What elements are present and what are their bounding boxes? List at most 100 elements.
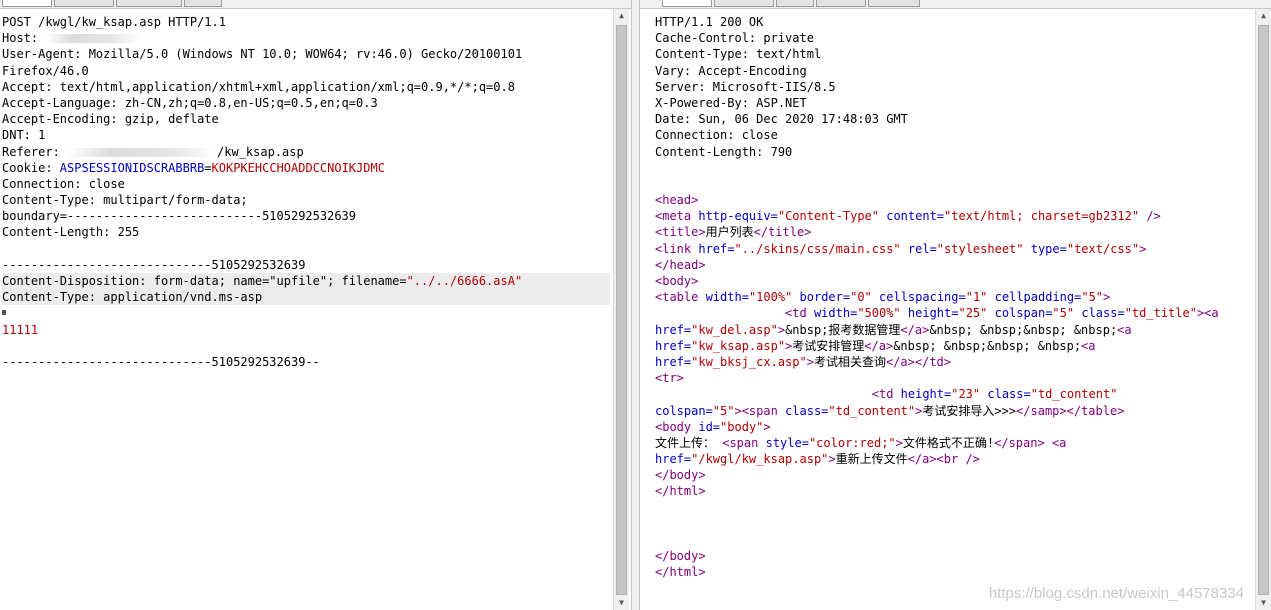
response-token: <a [1081, 338, 1096, 353]
request-scroll-thumb[interactable] [616, 25, 627, 595]
response-token: style= [765, 435, 809, 450]
upload-filename: "../../6666.asA" [406, 274, 523, 288]
response-token: rel= [907, 241, 937, 256]
request-line: Content-Disposition: form-data; name="up… [2, 273, 610, 290]
request-line: Firefox/46.0 [2, 63, 610, 79]
response-tab-raw[interactable] [662, 0, 712, 7]
response-tab-strip [640, 0, 1271, 9]
response-token: content= [886, 209, 945, 224]
request-line: Accept: text/html,application/xhtml+xml,… [2, 79, 610, 95]
response-line: Connection: close [655, 127, 1252, 143]
request-tab-headers[interactable] [116, 0, 182, 7]
response-token: <meta [655, 209, 699, 224]
response-line: Content-Type: text/html [655, 46, 1252, 62]
request-line [2, 338, 610, 354]
request-line: Host: [2, 30, 610, 46]
response-token: "1" [965, 290, 988, 305]
request-line-text: Referer: [2, 144, 68, 159]
response-tab-render[interactable] [868, 0, 920, 7]
request-line-text: boundary=---------------------------5105… [2, 209, 357, 224]
scroll-up-arrow-icon[interactable]: ▲ [1256, 9, 1271, 23]
redacted-host [45, 34, 141, 44]
request-line: Accept-Language: zh-CN,zh;q=0.8,en-US;q=… [2, 95, 610, 111]
response-token: "100%" [748, 290, 793, 305]
scroll-down-arrow-icon[interactable]: ▼ [1256, 596, 1271, 610]
request-line-text: /kw_ksap.asp [217, 144, 304, 159]
response-token: "td_content" [1030, 387, 1118, 402]
response-line: colspan="5"><span class="td_content">考试安… [655, 403, 1252, 419]
response-token: Connection: close [655, 128, 778, 143]
request-line: User-Agent: Mozilla/5.0 (Windows NT 10.0… [2, 46, 610, 62]
response-token: > [828, 452, 836, 467]
scroll-down-arrow-icon[interactable]: ▼ [614, 596, 629, 610]
scroll-up-arrow-icon[interactable]: ▲ [614, 9, 629, 23]
request-line-text: Content-Length: 255 [2, 225, 140, 240]
response-token: height= [907, 306, 959, 321]
response-token: Cache-Control: private [655, 31, 814, 46]
response-line: href="kw_ksap.asp">考试安排管理</a>&nbsp; &nbs… [655, 338, 1252, 354]
request-tab-hex[interactable] [184, 0, 222, 7]
response-token: height= [900, 387, 952, 402]
response-line: </html> [655, 564, 1252, 580]
response-token: /> [1139, 209, 1161, 224]
response-scrollbar[interactable]: ▲ ▼ [1255, 9, 1271, 610]
response-token: </a><br /> [907, 452, 980, 467]
response-scroll-thumb[interactable] [1258, 25, 1269, 595]
response-token [1024, 242, 1031, 256]
request-line: Content-Type: application/vnd.ms-asp [2, 289, 610, 306]
request-line: Cookie: ASPSESSIONIDSCRABBRB=KOKPKEHCCHO… [2, 160, 610, 176]
response-line: <tr> [655, 370, 1252, 386]
response-token: class= [987, 387, 1031, 402]
redacted-referer [67, 147, 218, 157]
response-token: Content-Type: text/html [655, 47, 822, 62]
response-token: </span> [994, 435, 1045, 450]
response-token: href= [655, 338, 692, 353]
response-token: HTTP/1.1 200 OK [655, 15, 764, 29]
response-token: class= [785, 403, 829, 418]
response-viewer[interactable]: HTTP/1.1 200 OK Cache-Control: private Con… [641, 9, 1254, 610]
disposition-text: Content-Disposition: form-data; name="up… [2, 274, 407, 288]
request-line-text: -----------------------------51052925326… [2, 257, 306, 272]
response-token: </body> [655, 468, 706, 483]
request-line-text: Content-Type: application/vnd.ms-asp [2, 290, 263, 305]
response-tab-hex[interactable] [776, 0, 814, 7]
response-token: </title> [753, 225, 812, 240]
response-token: Vary: Accept-Encoding [655, 63, 807, 78]
response-line: X-Powered-By: ASP.NET [655, 95, 1252, 111]
request-line: Accept-Encoding: gzip, deflate [2, 111, 610, 127]
response-token: 文件上传： [655, 435, 723, 450]
response-token: </a> [900, 322, 930, 337]
response-tab-html[interactable] [816, 0, 866, 7]
response-token: "5" [1081, 290, 1104, 305]
response-token: class= [1081, 306, 1125, 321]
response-line [655, 516, 1252, 532]
response-token: "500%" [857, 306, 901, 321]
request-lines: POST /kwgl/kw_ksap.asp HTTP/1.1 Host: Use… [2, 14, 610, 370]
request-line-text: Host: [2, 31, 46, 46]
response-token: "kw_ksap.asp" [691, 338, 786, 353]
response-line: <link href="../skins/css/main.css" rel="… [655, 241, 1252, 257]
response-token: </body> [655, 549, 706, 564]
response-tab-headers[interactable] [714, 0, 774, 7]
response-token: cellspacing= [879, 290, 966, 305]
response-token: colspan= [994, 306, 1053, 321]
split-divider[interactable] [631, 0, 640, 610]
response-token: <body [655, 419, 699, 434]
request-tab-params[interactable] [54, 0, 114, 7]
response-token: href= [698, 241, 735, 256]
response-token: width= [813, 306, 858, 321]
response-token: </samp></table> [1016, 403, 1125, 418]
request-editor[interactable]: POST /kwgl/kw_ksap.asp HTTP/1.1 Host: Use… [0, 9, 612, 610]
response-token: <tr> [655, 371, 684, 386]
response-token: 重新上传文件 [835, 452, 908, 467]
response-line [655, 160, 1252, 176]
request-scrollbar[interactable]: ▲ ▼ [613, 9, 629, 610]
response-token: "25" [958, 306, 988, 321]
response-token: 考试相关查询 [813, 354, 886, 369]
request-tab-raw[interactable] [2, 0, 52, 7]
response-token [655, 306, 785, 320]
response-token: "text/css" [1066, 241, 1140, 256]
request-line-text: Accept-Language: zh-CN,zh;q=0.8,en-US;q=… [2, 95, 378, 110]
request-line-text: Content-Type: multipart/form-data; [2, 193, 248, 208]
response-token: "td_content" [828, 403, 916, 418]
